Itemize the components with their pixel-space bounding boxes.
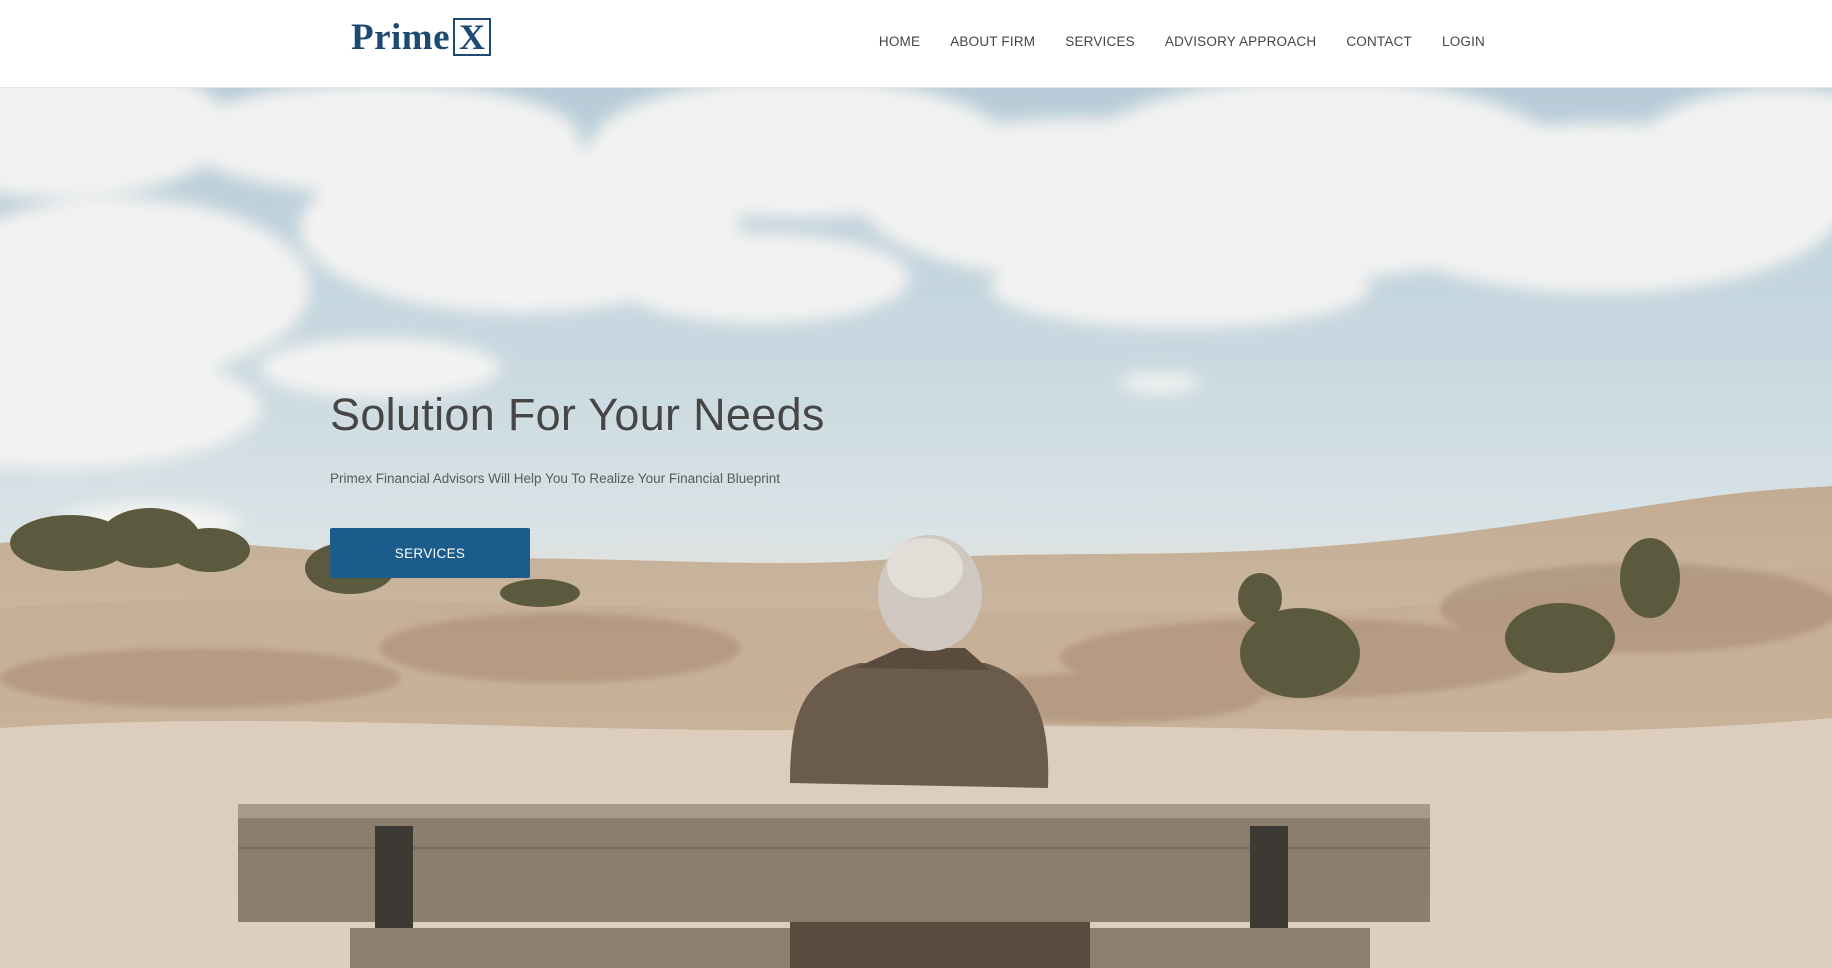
hero-title: Solution For Your Needs xyxy=(330,389,825,440)
logo-x-mark: X xyxy=(453,18,492,56)
bench xyxy=(238,804,1430,968)
hero-background-image xyxy=(0,88,1832,968)
nav-advisory-approach[interactable]: ADVISORY APPROACH xyxy=(1165,34,1316,49)
nav-home[interactable]: HOME xyxy=(879,34,920,49)
hero-subtitle: Primex Financial Advisors Will Help You … xyxy=(330,471,780,486)
nav-contact[interactable]: CONTACT xyxy=(1346,34,1412,49)
site-logo[interactable]: Prime X xyxy=(351,16,492,58)
nav-services[interactable]: SERVICES xyxy=(1065,34,1135,49)
hero-content: Solution For Your Needs Primex Financial… xyxy=(330,389,1030,578)
logo-wordmark: Prime xyxy=(351,16,451,58)
nav-about-firm[interactable]: ABOUT FIRM xyxy=(950,34,1035,49)
main-nav: HOME ABOUT FIRM SERVICES ADVISORY APPROA… xyxy=(879,31,1485,51)
services-button[interactable]: SERVICES xyxy=(330,528,530,578)
site-header: Prime X HOME ABOUT FIRM SERVICES ADVISOR… xyxy=(0,0,1832,88)
hero-section: Solution For Your Needs Primex Financial… xyxy=(0,88,1832,968)
nav-login[interactable]: LOGIN xyxy=(1442,34,1485,49)
